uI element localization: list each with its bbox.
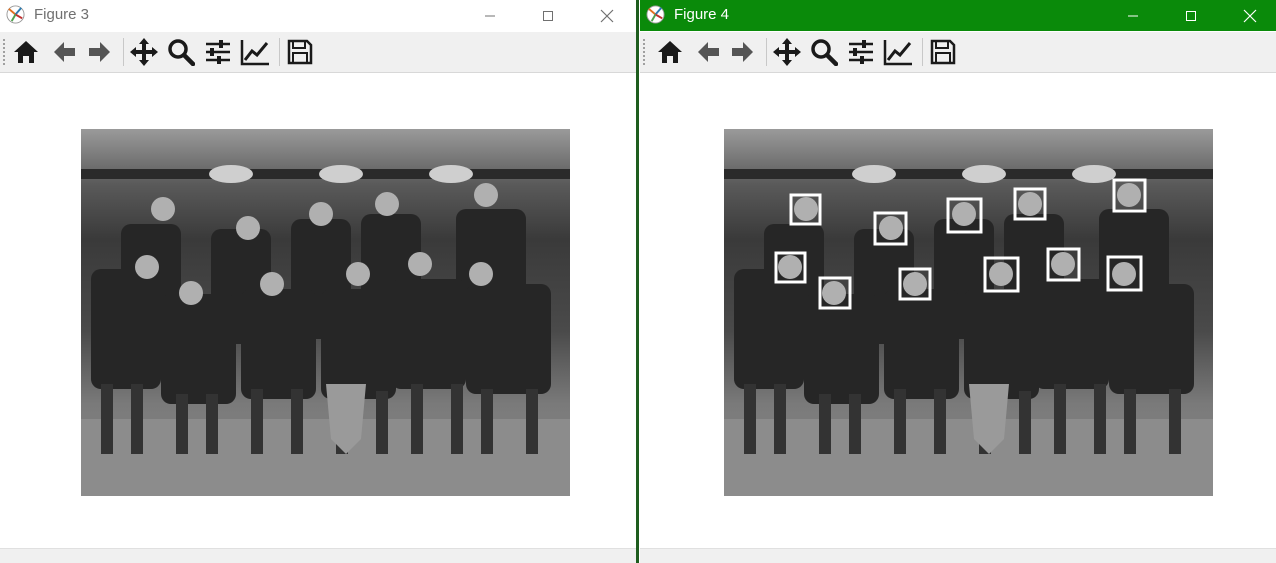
- figure-3-window: Figure 3: [0, 0, 637, 563]
- toolbar-grip[interactable]: [3, 39, 5, 65]
- navigation-toolbar: [0, 32, 637, 73]
- team-photo-image: [724, 129, 1213, 496]
- matplotlib-logo-icon: [6, 5, 25, 24]
- minimize-icon: [1128, 15, 1138, 16]
- line-chart-icon: [883, 40, 912, 66]
- title-bar[interactable]: Figure 4: [640, 0, 1276, 31]
- matplotlib-logo-icon: [646, 5, 665, 24]
- back-button[interactable]: [692, 36, 724, 68]
- toolbar-separator: [766, 38, 767, 66]
- status-bar: [640, 548, 1276, 563]
- photo-scene: [81, 129, 570, 496]
- sliders-icon: [206, 40, 230, 64]
- home-icon: [658, 41, 682, 63]
- forward-button[interactable]: [84, 36, 116, 68]
- toolbar-separator: [123, 38, 124, 66]
- close-button[interactable]: [584, 0, 630, 31]
- toolbar-separator: [279, 38, 280, 66]
- edit-axis-button[interactable]: [882, 36, 914, 68]
- arrow-right-icon: [89, 42, 110, 62]
- toolbar-grip[interactable]: [643, 39, 645, 65]
- minimize-icon: [485, 15, 495, 16]
- figure-canvas[interactable]: [0, 73, 637, 548]
- zoom-icon: [168, 39, 195, 66]
- save-icon: [287, 39, 313, 65]
- home-button[interactable]: [10, 36, 42, 68]
- title-bar[interactable]: Figure 3: [0, 0, 637, 31]
- move-icon: [130, 38, 158, 66]
- maximize-icon: [543, 10, 553, 21]
- pan-button[interactable]: [771, 36, 803, 68]
- window-border: [636, 0, 639, 563]
- arrow-left-icon: [698, 42, 719, 62]
- zoom-button[interactable]: [808, 36, 840, 68]
- close-button[interactable]: [1227, 0, 1273, 31]
- home-icon: [14, 41, 38, 63]
- home-button[interactable]: [654, 36, 686, 68]
- sliders-icon: [849, 40, 873, 64]
- save-icon: [930, 39, 956, 65]
- back-button[interactable]: [48, 36, 80, 68]
- arrow-right-icon: [732, 42, 753, 62]
- save-button[interactable]: [284, 36, 316, 68]
- save-button[interactable]: [927, 36, 959, 68]
- minimize-button[interactable]: [1110, 0, 1156, 31]
- forward-button[interactable]: [727, 36, 759, 68]
- move-icon: [773, 38, 801, 66]
- figure-4-window: Figure 4: [640, 0, 1276, 563]
- maximize-icon: [1186, 10, 1196, 21]
- configure-subplots-button[interactable]: [845, 36, 877, 68]
- pan-button[interactable]: [128, 36, 160, 68]
- maximize-button[interactable]: [525, 0, 571, 31]
- arrow-left-icon: [54, 42, 75, 62]
- maximize-button[interactable]: [1168, 0, 1214, 31]
- zoom-button[interactable]: [165, 36, 197, 68]
- figure-canvas[interactable]: [640, 73, 1276, 548]
- line-chart-icon: [240, 40, 269, 66]
- team-photo-image: [81, 129, 570, 496]
- zoom-icon: [811, 39, 838, 66]
- navigation-toolbar: [640, 32, 1276, 73]
- window-title: Figure 3: [34, 6, 90, 23]
- close-icon: [1243, 9, 1257, 22]
- toolbar-separator: [922, 38, 923, 66]
- status-bar: [0, 548, 637, 563]
- configure-subplots-button[interactable]: [202, 36, 234, 68]
- close-icon: [600, 9, 614, 22]
- edit-axis-button[interactable]: [239, 36, 271, 68]
- photo-scene: [724, 129, 1213, 496]
- window-title: Figure 4: [674, 6, 730, 23]
- minimize-button[interactable]: [467, 0, 513, 31]
